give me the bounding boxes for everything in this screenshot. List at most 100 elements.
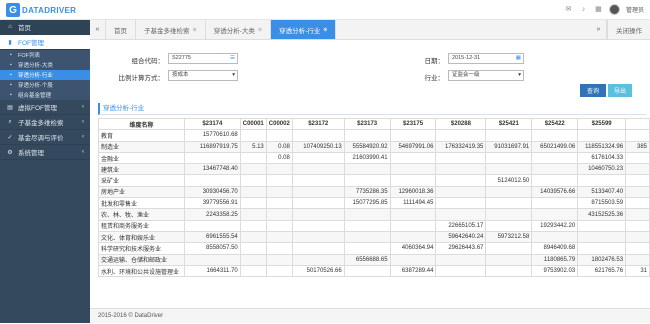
grid-icon[interactable]: ▦ (594, 5, 603, 14)
table-cell (577, 129, 627, 142)
table-row[interactable]: 采矿业 5124012.50 (98, 174, 650, 187)
table-cell: 7735286.35 (343, 185, 391, 199)
chevron-down-icon: ▾ (232, 72, 235, 78)
method-select[interactable]: 按成本 ▾ (168, 70, 238, 81)
tab-fund-search[interactable]: 子基金多维检索 ⊗ (136, 20, 206, 39)
sidebar-item-virtual-fof[interactable]: ▤ 虚拟FOF管理 ‹ (0, 100, 90, 115)
table-cell (239, 174, 267, 187)
tab-bar: « 首页 子基金多维检索 ⊗ 穿透分析-大类 ⊗ 穿透分析-行业 ⊗ » 关闭操… (90, 20, 650, 40)
date-input[interactable]: 2015-12-31 ▦ (448, 53, 524, 64)
table-cell: 5124012.50 (485, 174, 533, 187)
column-header[interactable] (625, 118, 650, 131)
table-row[interactable]: 建筑业 13467748.40 10460750.23 (98, 163, 650, 176)
sidebar-subitem-industry[interactable]: ▪ 穿透分析-行业 (0, 70, 90, 80)
table-row[interactable]: 制造业 116897919.75 5.13 0.08 107409250.13 55584… (98, 140, 650, 153)
export-button[interactable]: 导出 (608, 84, 632, 97)
table-cell: 29626443.67 (435, 242, 487, 255)
table-cell: 1802476.53 (577, 253, 627, 266)
sidebar-item-system[interactable]: ⚙ 系统管理 ‹ (0, 145, 90, 160)
table-row[interactable]: 文化、体育和娱乐业 6961555.54 59642640.24 5973212.58 (98, 230, 650, 244)
table-cell (343, 129, 391, 142)
table-row[interactable]: 租赁和商务服务业 22665105.17 19293442.20 (98, 219, 650, 232)
sidebar-item-fof[interactable]: ▮ FOF管理 (0, 35, 90, 50)
table-cell (265, 185, 293, 199)
table-row[interactable]: 农、林、牧、渔业 2243358.25 43152525.36 (98, 208, 650, 221)
avatar[interactable] (608, 4, 620, 15)
close-icon[interactable]: ⊗ (323, 27, 327, 33)
table-cell: 30930456.70 (183, 185, 241, 199)
table-cell: 91031697.91 (485, 140, 533, 153)
column-header[interactable]: $23175 (389, 118, 437, 131)
bell-icon[interactable]: ♪ (579, 5, 588, 14)
table-cell (389, 219, 437, 232)
table-cell (435, 151, 487, 165)
close-ops-button[interactable]: 关闭操作 (607, 20, 650, 39)
table-cell (291, 219, 345, 232)
sidebar-subitem-stock[interactable]: ▪ 穿透分析-个股 (0, 80, 90, 90)
tab-industry[interactable]: 穿透分析-行业 ⊗ (271, 20, 337, 39)
tab-scroll-left-icon[interactable]: « (90, 20, 106, 39)
table-cell (343, 163, 391, 176)
table-cell (625, 208, 650, 221)
table-cell (531, 129, 579, 142)
table-cell: 2243358.25 (183, 208, 241, 221)
industry-select[interactable]: 证监会一级 ▾ (448, 70, 524, 81)
table-row[interactable]: 教育 15770610.68 (98, 129, 650, 142)
sidebar-subitem-category[interactable]: ▪ 穿透分析-大类 (0, 60, 90, 70)
column-header[interactable]: C00001 (239, 118, 267, 131)
table-cell (183, 253, 241, 266)
data-table-wrapper[interactable]: 维度名称 $23174 C00001 C00002 $23172 $23173 $23175… (98, 118, 650, 308)
column-header[interactable]: $25599 (577, 118, 627, 131)
table-cell: 9753902.03 (531, 264, 579, 278)
table-row[interactable]: 交通运输、仓储和邮政业 6556688.65 1180865.79 1802476.5… (98, 253, 650, 266)
table-row[interactable]: 科学研究和技术服务业 8558057.50 4060364.94 29626443.6… (98, 242, 650, 255)
sidebar-item-due-diligence[interactable]: ✓ 基金尽调与评价 ‹ (0, 130, 90, 145)
column-header[interactable]: $23174 (183, 118, 241, 131)
sidebar-item-search[interactable]: ⌕ 子基金多维检索 ‹ (0, 115, 90, 130)
table-cell (485, 242, 533, 255)
table-cell (625, 185, 650, 199)
column-header[interactable]: $25422 (531, 118, 579, 131)
table-row[interactable]: 水利、环境和公共设施管理业 1664311.70 50170526.66 638728… (98, 264, 650, 278)
column-header[interactable]: $20288 (435, 118, 487, 131)
sidebar-subitem-fof-list[interactable]: ▪ FOF列表 (0, 50, 90, 60)
close-icon[interactable]: ⊗ (193, 27, 197, 33)
query-button[interactable]: 查询 (580, 84, 606, 97)
table-header-row: 维度名称 $23174 C00001 C00002 $23172 $23173 $23175… (98, 118, 650, 131)
table-cell (291, 230, 345, 244)
mail-icon[interactable]: ✉ (564, 5, 573, 14)
column-header[interactable]: C00002 (265, 118, 293, 131)
table-cell: 14039576.66 (531, 185, 579, 199)
table-cell: 8715503.59 (577, 197, 627, 210)
user-name[interactable]: 管理员 (626, 5, 644, 14)
table-cell (625, 151, 650, 165)
table-row[interactable]: 金融业 0.08 21603990.41 6176104.33 (98, 151, 650, 165)
calendar-icon[interactable]: ▦ (516, 54, 521, 63)
column-header[interactable]: $23172 (291, 118, 345, 131)
table-row[interactable]: 房地产业 30930456.70 7735286.35 12960018.36 1403… (98, 185, 650, 199)
table-row[interactable]: 批发和零售业 39779556.91 15077295.85 1111494.45 87… (98, 197, 650, 210)
tab-category[interactable]: 穿透分析-大类 ⊗ (206, 20, 272, 39)
sidebar-item-home[interactable]: ⌂ 首页 (0, 20, 90, 35)
column-header[interactable]: $23173 (343, 118, 391, 131)
table-cell: 4060364.94 (389, 242, 437, 255)
row-name-cell: 农、林、牧、渔业 (98, 208, 185, 221)
search-icon: ⌕ (8, 118, 12, 125)
footer: 2015-2016 © DataDriver (90, 308, 650, 323)
column-header[interactable]: $25421 (485, 118, 533, 131)
chevron-left-icon: ‹ (82, 104, 84, 110)
portfolio-input[interactable]: S22775 ☰ (168, 53, 238, 64)
list-icon[interactable]: ☰ (230, 54, 235, 63)
column-header[interactable]: 维度名称 (98, 118, 185, 131)
close-icon[interactable]: ⊗ (258, 27, 262, 33)
table-cell (265, 208, 293, 221)
table-cell: 1111494.45 (389, 197, 437, 210)
table-cell (343, 242, 391, 255)
tab-scroll-right-icon[interactable]: » (591, 20, 607, 39)
table-cell (625, 253, 650, 266)
table-cell: 22665105.17 (435, 219, 487, 232)
table-cell (265, 219, 293, 232)
sidebar-subitem-portfolio[interactable]: ▪ 组合基金管理 (0, 90, 90, 100)
tab-home[interactable]: 首页 (106, 20, 136, 39)
row-name-cell: 建筑业 (98, 163, 185, 176)
